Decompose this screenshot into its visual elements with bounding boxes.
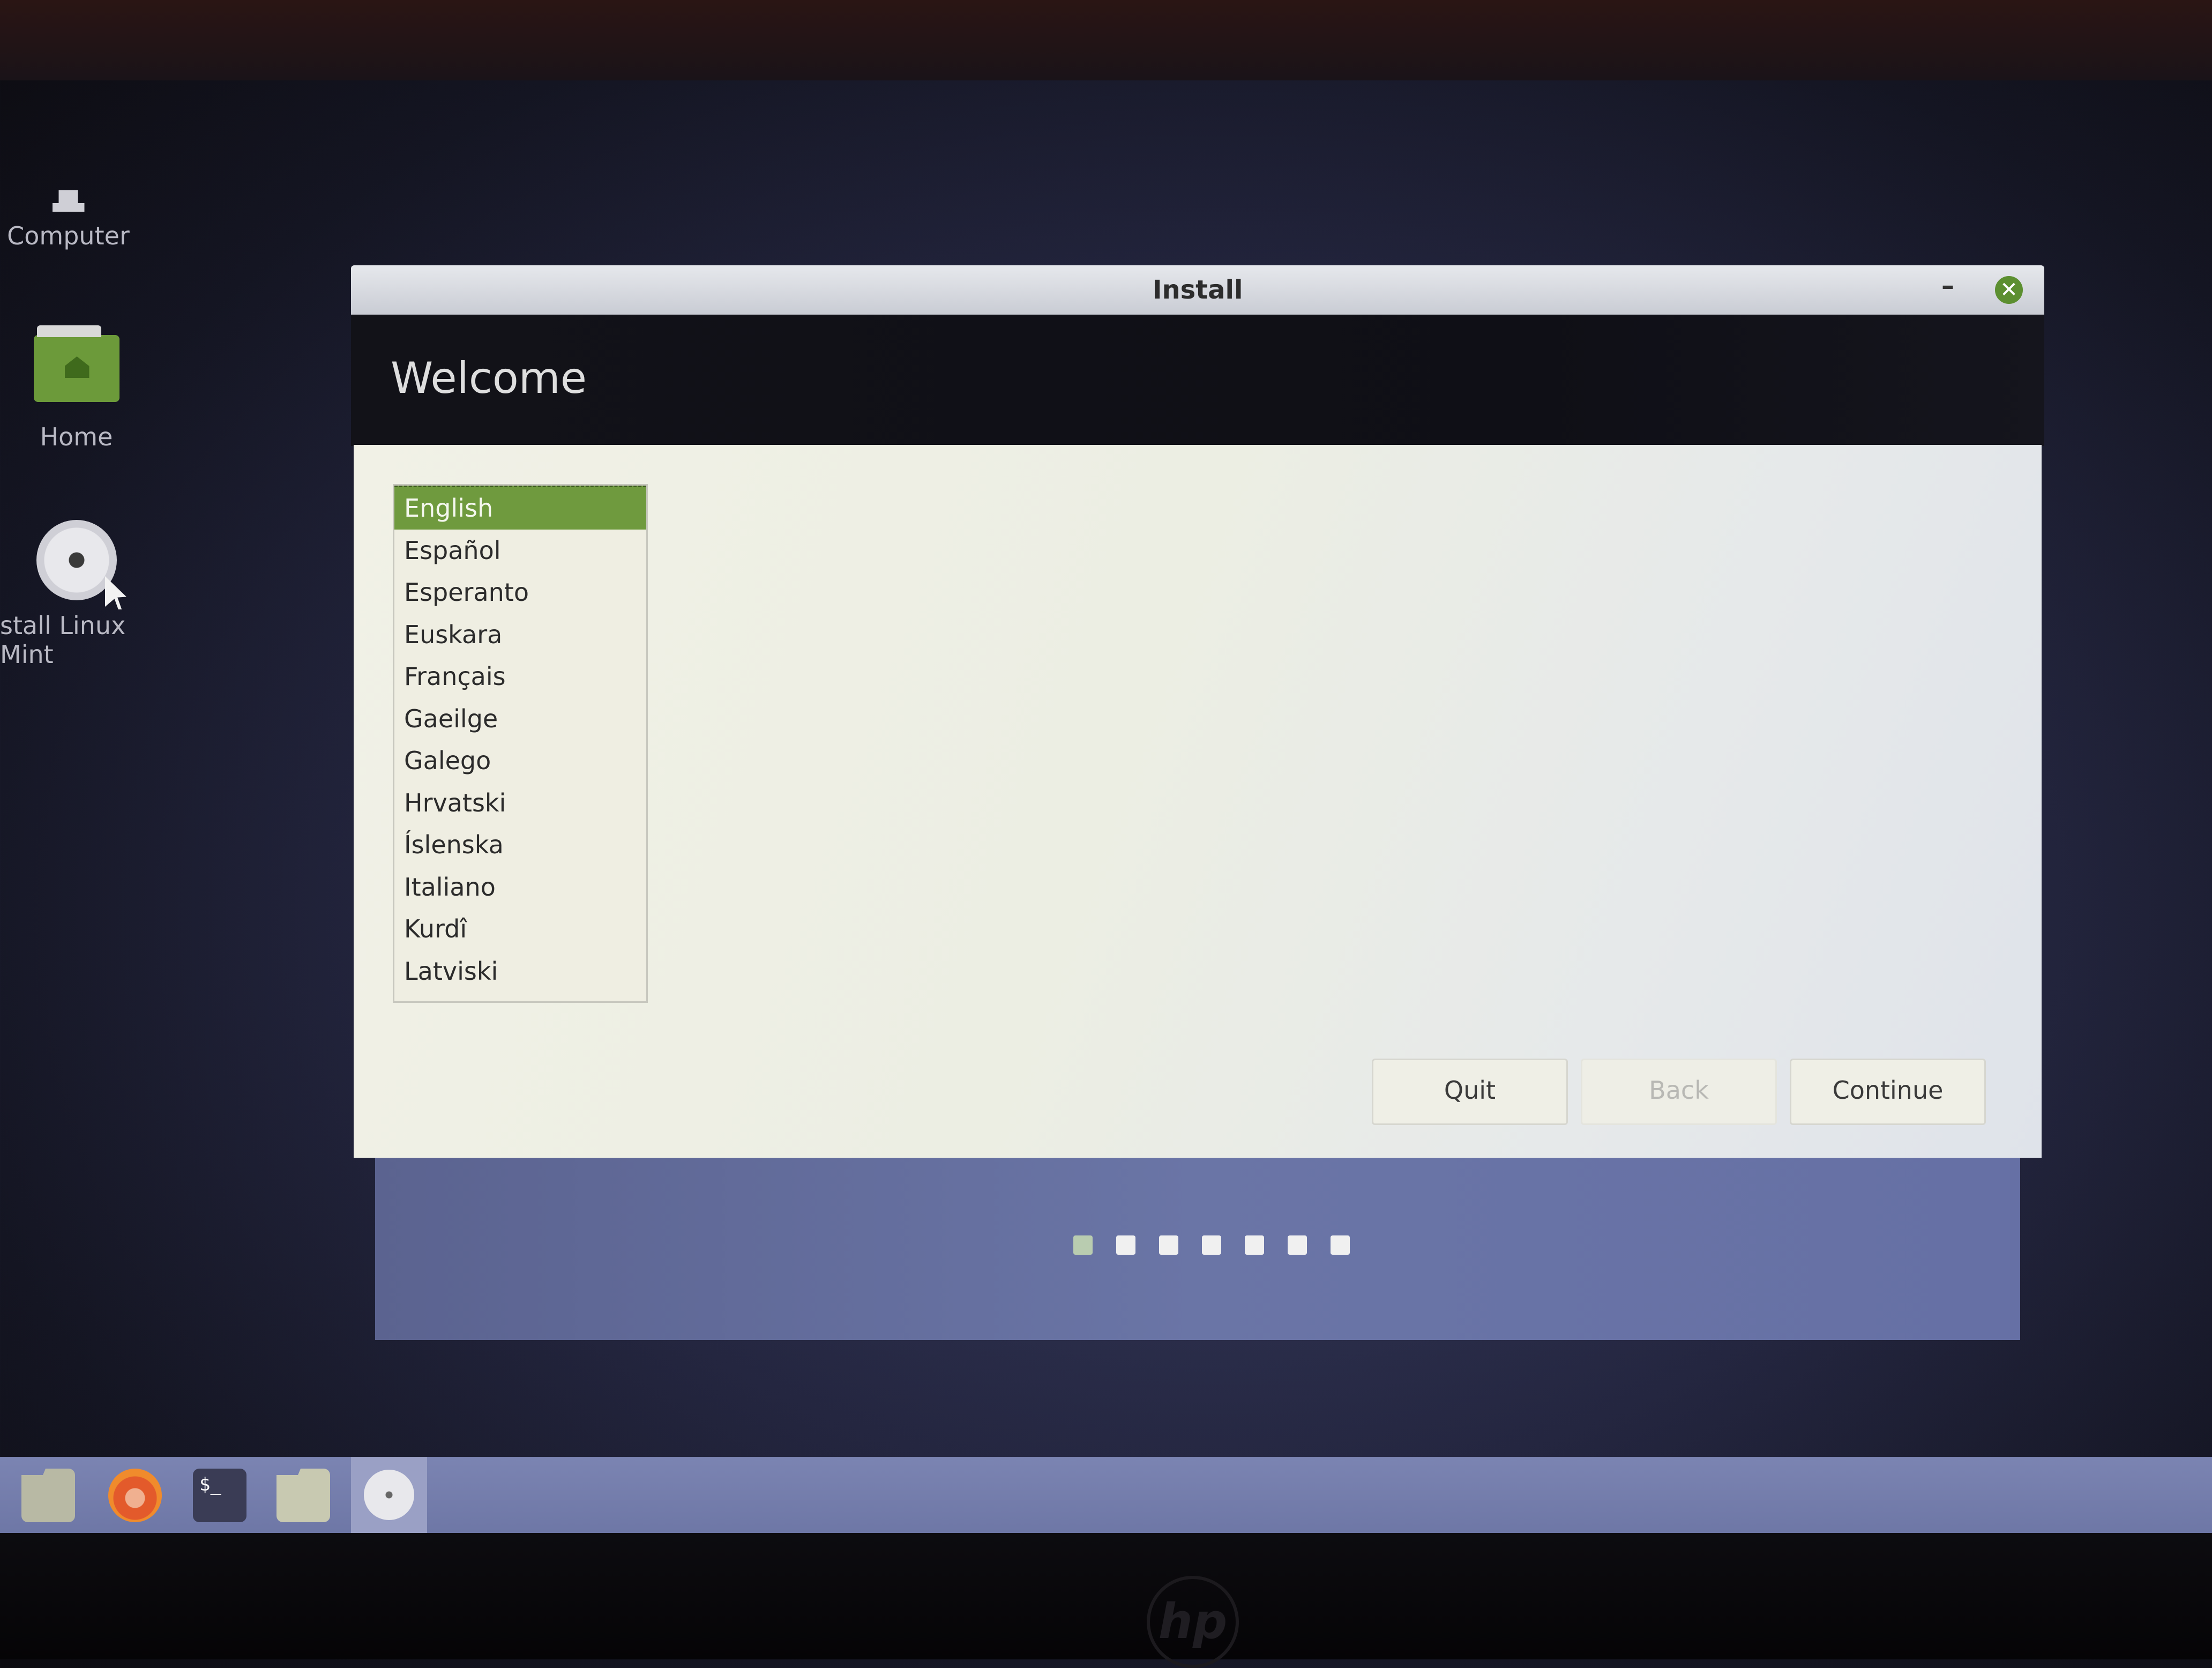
computer-icon <box>52 190 85 212</box>
language-item-gaeilge[interactable]: Gaeilge <box>394 698 646 740</box>
language-item-galego[interactable]: Galego <box>394 740 646 782</box>
step-dot <box>1202 1235 1221 1255</box>
page-title: Welcome <box>391 353 587 403</box>
step-dot <box>1116 1235 1135 1255</box>
desktop-icon-label: Home <box>40 422 113 451</box>
install-window: Install – ✕ Welcome English Español Espe… <box>351 265 2044 1340</box>
language-item-espanol[interactable]: Español <box>394 530 646 572</box>
language-item-francais[interactable]: Français <box>394 656 646 698</box>
language-item-kurdi[interactable]: Kurdî <box>394 908 646 950</box>
window-header: Welcome <box>351 315 2044 446</box>
install-disc-taskbar-icon[interactable] <box>351 1457 427 1533</box>
language-item-latviski[interactable]: Latviski <box>394 950 646 993</box>
step-dot <box>1331 1235 1350 1255</box>
window-content: English Español Esperanto Euskara França… <box>354 445 2042 1158</box>
language-item-english[interactable]: English <box>394 486 646 530</box>
monitor-bezel-bottom: hp <box>0 1533 2212 1668</box>
desktop-icon-install-linux-mint[interactable]: stall Linux Mint <box>0 520 182 669</box>
language-item-islenska[interactable]: Íslenska <box>394 824 646 866</box>
step-dot <box>1288 1235 1307 1255</box>
window-titlebar[interactable]: Install – ✕ <box>351 265 2044 315</box>
language-item-italiano[interactable]: Italiano <box>394 866 646 909</box>
close-button[interactable]: ✕ <box>1995 276 2023 304</box>
desktop-icon-computer[interactable]: Computer <box>0 190 137 250</box>
install-disc-icon <box>36 520 117 600</box>
window-title: Install <box>1152 275 1243 305</box>
step-dot <box>1245 1235 1264 1255</box>
back-button[interactable]: Back <box>1581 1059 1777 1125</box>
language-item-esperanto[interactable]: Esperanto <box>394 571 646 614</box>
step-dot <box>1073 1235 1093 1255</box>
terminal-icon[interactable]: $_ <box>193 1469 246 1522</box>
step-dot <box>1159 1235 1178 1255</box>
language-item-hrvatski[interactable]: Hrvatski <box>394 782 646 824</box>
desktop-icon-label: stall Linux Mint <box>0 611 126 669</box>
taskbar: $_ <box>0 1457 2212 1533</box>
monitor-bezel-top <box>0 0 2212 80</box>
files-icon[interactable] <box>21 1469 75 1522</box>
progress-footer <box>375 1158 2020 1340</box>
hp-logo-icon: hp <box>1147 1576 1239 1668</box>
quit-button[interactable]: Quit <box>1372 1059 1568 1125</box>
firefox-icon[interactable] <box>108 1469 162 1522</box>
minimize-button[interactable]: – <box>1937 273 1959 302</box>
desktop-icon-label: Computer <box>7 221 130 250</box>
step-indicator <box>1073 1235 1350 1255</box>
language-item-euskara[interactable]: Euskara <box>394 614 646 656</box>
desktop-icon-home[interactable]: Home <box>16 325 137 451</box>
continue-button[interactable]: Continue <box>1790 1059 1986 1125</box>
language-list[interactable]: English Español Esperanto Euskara França… <box>393 484 648 1003</box>
folder-icon[interactable] <box>276 1469 330 1522</box>
home-folder-icon <box>33 325 119 402</box>
